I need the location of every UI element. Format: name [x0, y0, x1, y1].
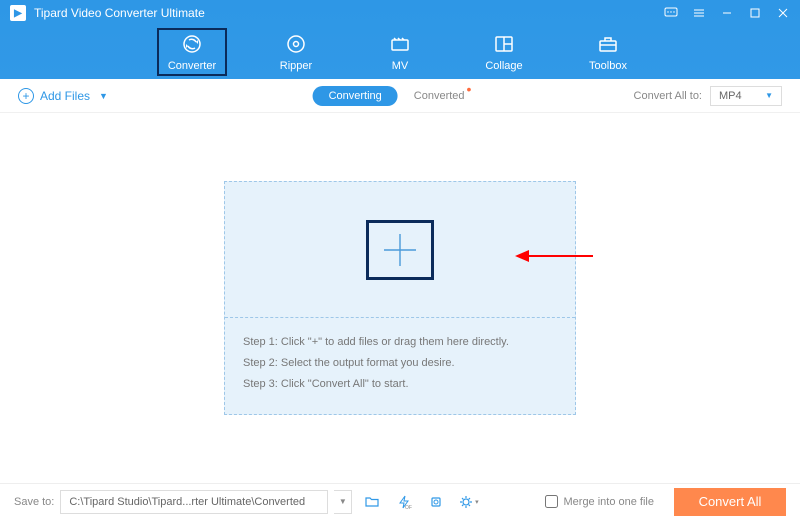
nav-mv[interactable]: MV: [365, 28, 435, 76]
nav-converter-label: Converter: [168, 60, 216, 72]
output-path-field[interactable]: C:\Tipard Studio\Tipard...rter Ultimate\…: [60, 490, 328, 514]
chevron-down-icon: ▾: [475, 498, 479, 506]
output-path-value: C:\Tipard Studio\Tipard...rter Ultimate\…: [69, 496, 305, 508]
convert-all-to-label: Convert All to:: [634, 90, 702, 102]
svg-text:OFF: OFF: [405, 505, 412, 510]
hardware-accel-button[interactable]: OFF: [392, 490, 416, 514]
feedback-icon[interactable]: [664, 6, 678, 20]
annotation-arrow: [515, 248, 595, 264]
gear-icon: [458, 494, 474, 510]
app-logo: ▶: [10, 5, 26, 21]
lightning-icon: OFF: [396, 494, 412, 510]
plus-icon: [378, 228, 422, 272]
format-value: MP4: [719, 90, 742, 102]
minimize-icon[interactable]: [720, 6, 734, 20]
tab-converting-label: Converting: [329, 90, 382, 102]
nav-ripper-label: Ripper: [280, 60, 312, 72]
add-file-plus-button[interactable]: [369, 223, 431, 277]
merge-label: Merge into one file: [564, 496, 655, 508]
add-files-button[interactable]: + Add Files ▼: [18, 88, 108, 104]
save-to-label: Save to:: [14, 496, 54, 508]
output-format-select[interactable]: MP4 ▼: [710, 86, 782, 106]
cpu-icon: [428, 494, 444, 510]
folder-icon: [364, 494, 380, 510]
toolbox-icon: [596, 32, 620, 56]
chevron-down-icon: ▼: [99, 91, 108, 101]
ripper-icon: [284, 32, 308, 56]
mv-icon: [388, 32, 412, 56]
open-folder-button[interactable]: [360, 490, 384, 514]
step-1-text: Step 1: Click "+" to add files or drag t…: [243, 332, 557, 353]
window-title: Tipard Video Converter Ultimate: [34, 6, 664, 20]
close-icon[interactable]: [776, 6, 790, 20]
maximize-icon[interactable]: [748, 6, 762, 20]
tab-converting[interactable]: Converting: [313, 86, 398, 106]
nav-collage-label: Collage: [485, 60, 522, 72]
chevron-down-icon: ▼: [765, 91, 773, 100]
converter-icon: [180, 32, 204, 56]
convert-all-button[interactable]: Convert All: [674, 488, 786, 516]
merge-checkbox[interactable]: Merge into one file: [545, 495, 655, 508]
nav-mv-label: MV: [392, 60, 409, 72]
output-path-dropdown[interactable]: ▼: [334, 490, 352, 514]
collage-icon: [492, 32, 516, 56]
tab-converted[interactable]: Converted•: [398, 86, 488, 106]
notification-dot: •: [467, 81, 472, 97]
settings-button[interactable]: ▾: [456, 490, 480, 514]
nav-toolbox-label: Toolbox: [589, 60, 627, 72]
add-files-label: Add Files: [40, 89, 90, 103]
high-speed-button[interactable]: [424, 490, 448, 514]
nav-ripper[interactable]: Ripper: [261, 28, 331, 76]
nav-collage[interactable]: Collage: [469, 28, 539, 76]
plus-circle-icon: +: [18, 88, 34, 104]
tab-converted-label: Converted: [414, 90, 465, 102]
nav-toolbox[interactable]: Toolbox: [573, 28, 643, 76]
step-2-text: Step 2: Select the output format you des…: [243, 353, 557, 374]
drop-zone[interactable]: Step 1: Click "+" to add files or drag t…: [224, 181, 576, 415]
merge-checkbox-input[interactable]: [545, 495, 558, 508]
menu-icon[interactable]: [692, 6, 706, 20]
step-3-text: Step 3: Click "Convert All" to start.: [243, 374, 557, 395]
nav-converter[interactable]: Converter: [157, 28, 227, 76]
